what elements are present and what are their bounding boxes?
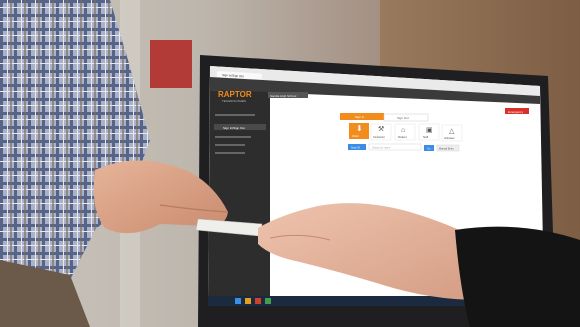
taskbar-app-icon[interactable] (235, 298, 241, 304)
sidebar-item[interactable] (215, 152, 245, 154)
sidebar-item[interactable] (215, 114, 255, 116)
download-icon: ⬇ (356, 124, 363, 133)
person-type-label: Student (398, 136, 407, 139)
taskbar-app-icon[interactable] (255, 298, 261, 304)
badge-icon: ▣ (426, 127, 433, 134)
graduation-icon: ⌂ (401, 127, 405, 134)
tab-sign-in-label: Sign In (355, 115, 365, 119)
school-name: Sandia High School (270, 94, 297, 98)
raptor-logo-sub: TECHNOLOGIES (222, 99, 246, 103)
search-placeholder: Search by name (372, 147, 391, 150)
scene-svg: Sign In/Sign Out RAPTOR TECHNOLOGIES San… (0, 0, 580, 327)
sidebar (208, 90, 270, 300)
person-type-label: Visitor (352, 135, 359, 138)
scan-id-label: Scan ID (351, 147, 360, 150)
sidebar-item-label: Sign In/Sign Out (223, 126, 245, 130)
person-type-label: Staff (423, 136, 428, 139)
raptor-logo: RAPTOR (218, 90, 252, 99)
black-sleeve (455, 226, 580, 327)
emergency-label: Emergency (508, 110, 524, 114)
photo-scene: Sign In/Sign Out RAPTOR TECHNOLOGIES San… (0, 0, 580, 327)
tab-sign-out-label: Sign Out (397, 116, 409, 120)
sidebar-item[interactable] (215, 144, 245, 146)
sidebar-item[interactable] (215, 136, 251, 138)
volunteer-icon: △ (449, 128, 455, 135)
manual-entry-label: Manual Entry (439, 148, 454, 151)
taskbar-app-icon[interactable] (265, 298, 271, 304)
person-type-label: Contractor (373, 136, 385, 139)
wrench-icon: ⚒ (378, 125, 384, 133)
taskbar-app-icon[interactable] (245, 298, 251, 304)
person-type-label: Volunteer (444, 137, 455, 140)
red-wall-sign (150, 40, 192, 88)
